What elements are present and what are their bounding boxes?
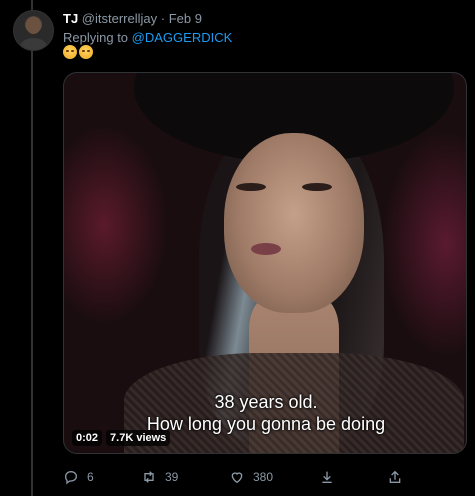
avatar-face: [26, 17, 41, 34]
replying-prefix: Replying to: [63, 30, 129, 45]
share-button[interactable]: [387, 469, 403, 485]
video-status: 0:02 7.7K views: [72, 430, 171, 446]
tweet-text: [63, 45, 93, 63]
avatar-shoulders: [20, 38, 47, 50]
avatar[interactable]: [13, 10, 54, 51]
thread-line: [31, 0, 33, 496]
reply-icon: [64, 470, 78, 485]
video-player[interactable]: 38 years old. How long you gonna be doin…: [63, 72, 467, 454]
video-face: [224, 133, 364, 313]
tweet-date[interactable]: Feb 9: [169, 11, 202, 26]
heart-icon: [231, 472, 243, 484]
download-icon: [322, 471, 332, 483]
mention-link[interactable]: @DAGGERDICK: [132, 30, 233, 45]
video-eye-right: [302, 183, 332, 191]
like-button[interactable]: 380: [229, 469, 273, 485]
video-mouth: [251, 243, 281, 255]
retweet-count: 39: [165, 470, 179, 484]
download-button[interactable]: [319, 469, 335, 485]
tweet-actions: 6 39 380: [63, 466, 465, 488]
author-handle[interactable]: @itsterrelljay: [82, 11, 157, 26]
separator: ·: [160, 11, 166, 26]
share-icon: [389, 470, 401, 483]
reply-button[interactable]: 6: [63, 469, 94, 485]
video-views: 7.7K views: [106, 430, 171, 446]
rolling-eyes-face-icon: [79, 45, 93, 59]
reply-count: 6: [87, 470, 94, 484]
tweet-header: TJ @itsterrelljay · Feb 9: [63, 10, 202, 28]
video-time: 0:02: [72, 430, 103, 446]
video-eye-left: [236, 183, 266, 191]
video-caption: 38 years old. How long you gonna be doin…: [116, 391, 416, 435]
author-name[interactable]: TJ: [63, 11, 78, 26]
expressionless-face-icon: [63, 45, 77, 59]
like-count: 380: [253, 470, 274, 484]
retweet-icon: [144, 471, 154, 483]
retweet-button[interactable]: 39: [141, 469, 178, 485]
caption-line-1: 38 years old.: [214, 392, 318, 412]
